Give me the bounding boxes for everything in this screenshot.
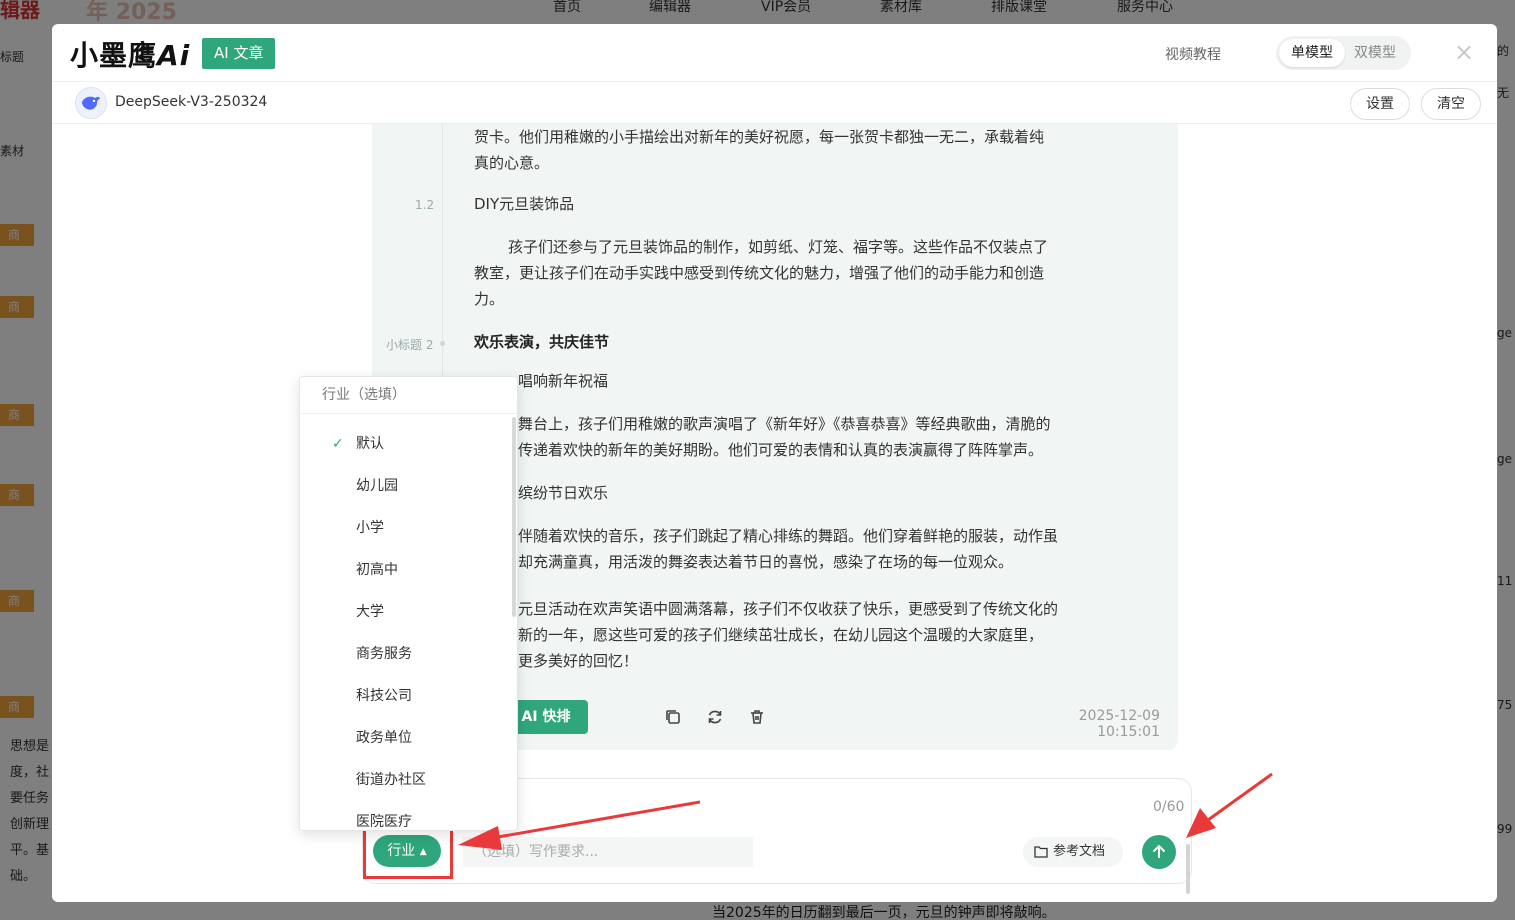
industry-option-kindergarten[interactable]: 幼儿园 bbox=[300, 465, 517, 507]
arrow-up-icon bbox=[1152, 844, 1166, 858]
industry-option-hospital[interactable]: 医院医疗 bbox=[300, 801, 517, 830]
char-counter: 0/60 bbox=[1153, 799, 1185, 815]
brand-logo: 小墨鹰Ai bbox=[70, 39, 191, 72]
single-model-tab[interactable]: 单模型 bbox=[1279, 39, 1345, 67]
settings-button[interactable]: 设置 bbox=[1350, 88, 1410, 120]
article-paragraph: 伴随着欢快的音乐，孩子们跳起了精心排练的舞蹈。他们穿着鲜艳的服装，动作虽 却充满… bbox=[518, 527, 1059, 571]
industry-option-university[interactable]: 大学 bbox=[300, 591, 517, 633]
article-paragraph: 孩子们还参与了元旦装饰品的制作，如剪纸、灯笼、福字等。这些作品不仅装点了 教室，… bbox=[474, 238, 1049, 308]
industry-option-default[interactable]: ✓ 默认 bbox=[300, 423, 517, 465]
industry-option-government[interactable]: 政务单位 bbox=[300, 717, 517, 759]
writing-requirement-input[interactable] bbox=[463, 837, 753, 867]
dropdown-scrollbar[interactable] bbox=[512, 417, 516, 617]
model-bar: DeepSeek-V3-250324 设置 清空 bbox=[52, 82, 1497, 124]
deepseek-logo-icon[interactable] bbox=[75, 87, 107, 119]
industry-option-business-services[interactable]: 商务服务 bbox=[300, 633, 517, 675]
dual-model-tab[interactable]: 双模型 bbox=[1342, 39, 1408, 67]
industry-option-community[interactable]: 街道办社区 bbox=[300, 759, 517, 801]
subtitle-heading: 欢乐表演，共庆佳节 bbox=[474, 333, 610, 351]
delete-icon[interactable] bbox=[748, 708, 766, 726]
send-button[interactable] bbox=[1142, 835, 1176, 869]
industry-dropdown-button[interactable]: 行业 ▲ bbox=[373, 835, 441, 867]
modal-header: 小墨鹰Ai AI 文章 视频教程 单模型 双模型 × bbox=[52, 24, 1497, 82]
dropdown-header: 行业（选填） bbox=[300, 377, 517, 414]
model-name[interactable]: DeepSeek-V3-250324 bbox=[115, 94, 267, 110]
article-paragraph: 元旦活动在欢声笑语中圆满落幕，孩子们不仅收获了快乐，更感受到了传统文化的 新的一… bbox=[518, 600, 1059, 670]
outline-number: 1.2 bbox=[415, 198, 435, 212]
folder-icon bbox=[1034, 846, 1048, 858]
industry-option-middle-high-school[interactable]: 初高中 bbox=[300, 549, 517, 591]
industry-option-tech-company[interactable]: 科技公司 bbox=[300, 675, 517, 717]
industry-dropdown-menu: 行业（选填） ✓ 默认 幼儿园 小学 初高中 大学 商务服务 科技公司 政务单位 … bbox=[299, 376, 518, 831]
outline-dot bbox=[440, 341, 445, 346]
refresh-icon[interactable] bbox=[706, 708, 724, 726]
outline-number: 小标题 2 bbox=[386, 338, 434, 352]
scrollbar[interactable] bbox=[1186, 844, 1190, 894]
caret-up-icon: ▲ bbox=[419, 847, 427, 857]
copy-icon[interactable] bbox=[664, 708, 682, 726]
section-heading: DIY元旦装饰品 bbox=[474, 195, 575, 213]
brand-tag: AI 文章 bbox=[202, 38, 276, 69]
check-icon: ✓ bbox=[332, 436, 344, 452]
video-tutorial-link[interactable]: 视频教程 bbox=[1165, 44, 1221, 64]
close-icon[interactable]: × bbox=[1452, 40, 1476, 64]
ai-article-modal: 小墨鹰Ai AI 文章 视频教程 单模型 双模型 × DeepSeek-V3-2… bbox=[52, 24, 1497, 902]
article-paragraph: 贺卡。他们用稚嫩的小手描绘出对新年的美好祝愿，每一张贺卡都独一无二，承载着纯 真… bbox=[474, 128, 1045, 172]
reference-doc-button[interactable]: 参考文档 bbox=[1023, 837, 1123, 867]
timestamp: 2025-12-09 10:15:01 bbox=[1078, 708, 1160, 740]
article-paragraph: 舞台上，孩子们用稚嫩的歌声演唱了《新年好》《恭喜恭喜》等经典歌曲，清脆的 传递着… bbox=[518, 415, 1051, 459]
industry-option-primary-school[interactable]: 小学 bbox=[300, 507, 517, 549]
model-mode-switch: 单模型 双模型 bbox=[1276, 36, 1411, 70]
clear-button[interactable]: 清空 bbox=[1421, 88, 1481, 120]
